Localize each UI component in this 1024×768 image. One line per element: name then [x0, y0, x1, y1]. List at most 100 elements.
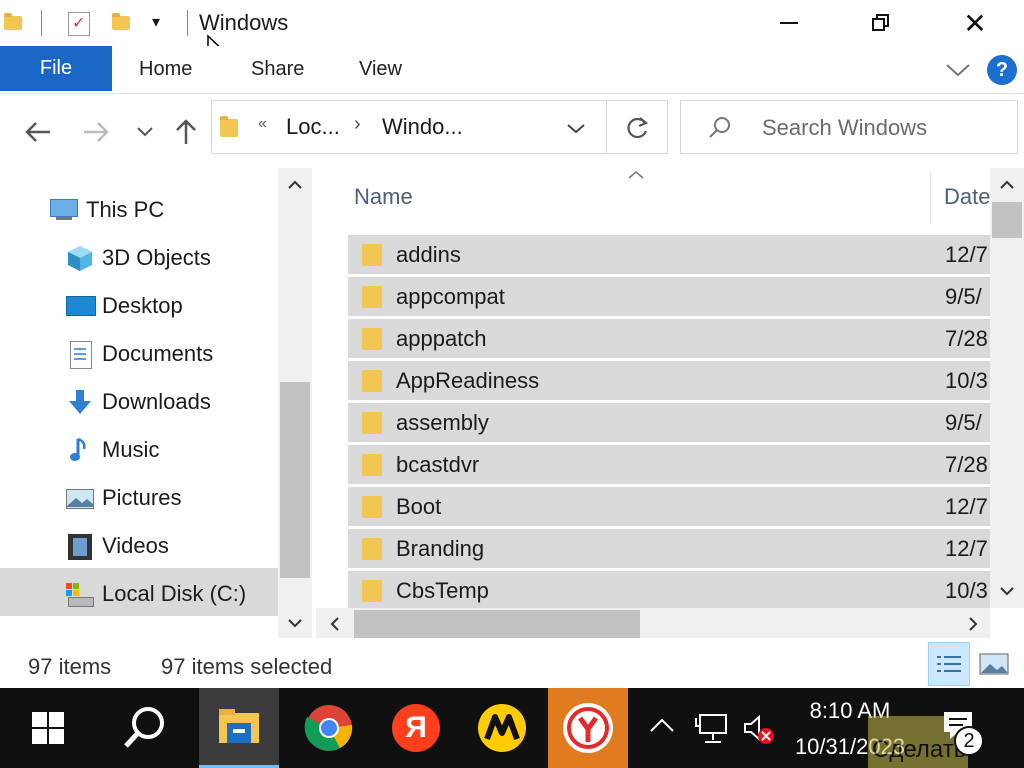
yandex-browser-icon — [563, 703, 613, 753]
file-date: 12/7 — [945, 535, 988, 561]
recent-locations-icon[interactable] — [136, 126, 154, 138]
restore-button[interactable] — [858, 0, 904, 46]
file-date: 12/7 — [945, 493, 988, 519]
overflow-chevron[interactable]: « — [258, 115, 267, 133]
file-row[interactable]: appcompat 9/5/ — [348, 276, 990, 316]
sidebar-item-videos[interactable]: Videos — [66, 524, 169, 568]
chevron-right-icon[interactable]: › — [354, 113, 361, 136]
start-button[interactable] — [8, 688, 88, 768]
sidebar-item-local-disk[interactable]: Local Disk (C:) — [66, 572, 246, 616]
file-name: Branding — [396, 535, 485, 561]
yandex-market-icon — [478, 704, 526, 752]
horizontal-scroll-thumb[interactable] — [354, 610, 640, 638]
help-button[interactable]: ? — [987, 55, 1017, 85]
scroll-up-icon[interactable] — [1000, 180, 1014, 190]
file-name: Boot — [396, 493, 442, 519]
close-button[interactable]: ✕ — [952, 0, 998, 46]
file-name: apppatch — [396, 325, 487, 351]
yandex-icon: Я — [392, 704, 440, 752]
window-title: Windows — [199, 10, 289, 35]
file-row[interactable]: addins 12/7 — [348, 234, 990, 274]
search-placeholder: Search Windows — [762, 115, 928, 140]
refresh-icon[interactable] — [624, 115, 650, 141]
file-row[interactable]: Boot 12/7 — [348, 486, 990, 526]
breadcrumb-local-disk[interactable]: Loc... — [286, 114, 340, 140]
file-row[interactable]: assembly 9/5/ — [348, 402, 990, 442]
status-bar: 97 items 97 items selected — [0, 640, 1024, 688]
new-folder-icon[interactable] — [112, 13, 130, 30]
details-view-button[interactable] — [928, 642, 970, 686]
sidebar-item-label: Desktop — [102, 293, 183, 318]
column-name[interactable]: Name — [354, 184, 413, 210]
restore-icon — [872, 14, 890, 32]
file-row[interactable]: Branding 12/7 — [348, 528, 990, 568]
large-icons-view-icon — [979, 653, 1009, 675]
horizontal-scrollbar[interactable] — [316, 608, 990, 638]
search-box[interactable]: Search Windows — [680, 100, 1018, 154]
search-icon — [124, 707, 164, 748]
address-dropdown-icon[interactable] — [566, 123, 586, 135]
nav-pane-scrollbar[interactable] — [278, 168, 312, 638]
show-hidden-icons-icon[interactable] — [648, 716, 676, 734]
up-icon[interactable] — [174, 118, 198, 146]
taskbar-yandex-market[interactable] — [462, 688, 542, 768]
sidebar-item-documents[interactable]: Documents — [66, 332, 213, 376]
sidebar-item-music[interactable]: Music — [66, 428, 159, 472]
file-tab[interactable]: File — [0, 46, 112, 91]
3d-objects-icon — [66, 244, 94, 272]
scroll-right-icon[interactable] — [968, 617, 978, 631]
taskbar-yandex-app[interactable] — [548, 688, 628, 768]
chrome-icon — [304, 705, 353, 751]
selected-count: 97 items selected — [161, 654, 333, 679]
file-row[interactable]: AppReadiness 10/3 — [348, 360, 990, 400]
expand-ribbon-icon[interactable] — [944, 62, 972, 78]
customize-toolbar-icon[interactable]: ▾ — [152, 12, 160, 32]
forward-icon[interactable] — [82, 120, 110, 144]
scroll-down-icon[interactable] — [1000, 586, 1014, 596]
taskbar-chrome[interactable] — [289, 688, 369, 768]
large-icons-view-button[interactable] — [976, 646, 1012, 682]
file-explorer-icon — [219, 708, 259, 743]
sidebar-item-pictures[interactable]: Pictures — [66, 476, 181, 520]
sidebar-item-label: Local Disk (C:) — [102, 581, 247, 606]
music-icon — [66, 436, 94, 464]
minimize-button[interactable] — [766, 0, 812, 46]
taskbar-file-explorer[interactable] — [199, 688, 279, 768]
sidebar-item-desktop[interactable]: Desktop — [66, 284, 183, 328]
tab-home[interactable]: Home — [139, 58, 192, 81]
sidebar-item-3d-objects[interactable]: 3D Objects — [66, 236, 211, 280]
sidebar-item-downloads[interactable]: Downloads — [66, 380, 211, 424]
sidebar-item-this-pc[interactable]: This PC — [50, 188, 164, 232]
file-row[interactable]: bcastdvr 7/28 — [348, 444, 990, 484]
file-date: 7/28 — [945, 325, 988, 351]
properties-icon[interactable]: ✓ — [68, 12, 90, 36]
windows-logo-icon — [32, 712, 64, 744]
scroll-left-icon[interactable] — [330, 617, 340, 631]
volume-muted-icon[interactable] — [742, 712, 778, 746]
breadcrumb-windows[interactable]: Windo... — [382, 114, 463, 140]
scroll-up-icon[interactable] — [288, 180, 302, 190]
search-button[interactable] — [104, 688, 184, 768]
vertical-scroll-thumb[interactable] — [992, 202, 1022, 238]
nav-scroll-thumb[interactable] — [280, 382, 310, 578]
file-name: assembly — [396, 409, 489, 435]
file-date: 7/28 — [945, 451, 988, 477]
back-icon[interactable] — [24, 120, 52, 144]
scroll-down-icon[interactable] — [288, 618, 302, 628]
vertical-scrollbar[interactable] — [990, 168, 1024, 608]
address-bar[interactable]: « Loc... › Windo... — [211, 100, 668, 154]
network-icon[interactable] — [694, 712, 730, 746]
file-name: AppReadiness — [396, 367, 540, 393]
search-icon — [709, 117, 730, 138]
tab-share[interactable]: Share — [251, 58, 304, 81]
file-row[interactable]: CbsTemp 10/3 — [348, 570, 990, 610]
action-center-button[interactable]: 2 — [938, 708, 988, 764]
notification-badge: 2 — [954, 726, 984, 756]
column-date[interactable]: Date — [944, 184, 990, 210]
tab-view[interactable]: View — [359, 58, 402, 81]
column-header: Name Date — [316, 168, 990, 226]
taskbar-yandex-browser[interactable]: Я — [376, 688, 456, 768]
folder-icon — [362, 579, 382, 602]
file-row[interactable]: apppatch 7/28 — [348, 318, 990, 358]
pictures-icon — [66, 484, 94, 512]
